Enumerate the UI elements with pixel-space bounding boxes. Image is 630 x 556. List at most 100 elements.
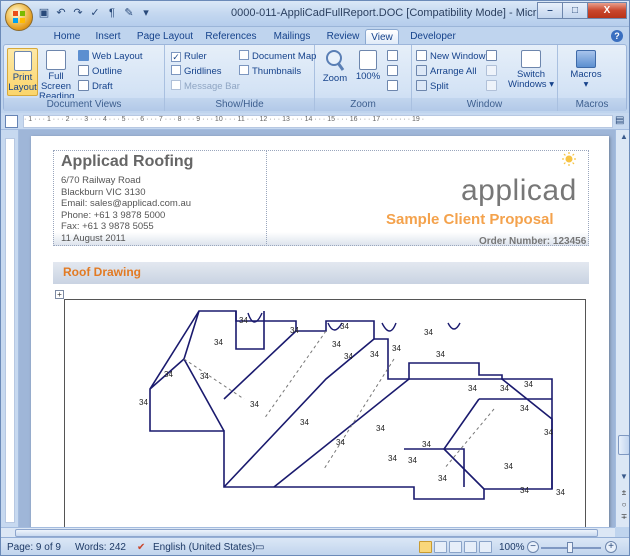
arrange-all-label: Arrange All [430,66,477,77]
outline-label: Outline [92,66,123,77]
tab-mailings[interactable]: Mailings [267,29,317,45]
two-pages-button[interactable] [387,65,401,78]
side-by-side-icon [486,50,497,61]
draft-view-icon[interactable] [479,541,492,553]
document-map-label: Document Map [252,51,317,62]
switch-windows-button[interactable]: Switch Windows ▾ [508,48,554,96]
gridlines-checkbox[interactable]: Gridlines [171,65,222,78]
full-screen-view-icon[interactable] [434,541,447,553]
tab-developer[interactable]: Developer [405,29,461,45]
scroll-down-arrow-icon[interactable]: ▼ [617,470,629,484]
macro-recording-icon[interactable]: ▭ [255,542,264,553]
two-pages-icon [387,65,398,76]
horizontal-scroll-thumb[interactable] [15,529,598,537]
sync-scroll-icon [486,65,497,76]
arrange-all-icon [416,65,427,76]
print-layout-button[interactable]: Print Layout [7,48,38,96]
switch-windows-label: Switch Windows ▾ [508,69,554,90]
ruler-ticks: · 1 · · · 1 · · · 2 · · · 3 · · · 4 · · … [24,116,425,123]
split-button[interactable]: Split [416,80,448,93]
document-page[interactable]: Applicad Roofing 6/70 Railway Road Black… [31,136,609,527]
address-line: Blackburn VIC 3130 [61,186,146,198]
group-document-views: Print Layout Full Screen Reading Web Lay… [4,45,165,111]
pitch-label: 34 [436,350,445,359]
outline-button[interactable]: Outline [78,65,122,78]
print-layout-view-icon[interactable] [419,541,432,553]
section-title: Roof Drawing [63,265,141,279]
word-count[interactable]: Words: 242 [75,542,126,553]
view-ruler-icon[interactable]: ▤ [615,115,627,128]
pitch-label: 34 [520,404,529,413]
reset-position-icon [486,80,497,91]
draft-label: Draft [92,81,113,92]
zoom-button[interactable]: Zoom [320,48,350,96]
tab-view[interactable]: View [365,29,399,45]
new-window-button[interactable]: New Window [416,50,485,63]
vertical-ruler[interactable] [1,130,19,527]
roof-ridge [223,338,375,488]
page-width-button[interactable] [387,80,401,93]
web-layout-button[interactable]: Web Layout [78,50,143,63]
tab-insert[interactable]: Insert [89,29,127,45]
page-indicator[interactable]: Page: 9 of 9 [7,542,61,553]
one-page-button[interactable] [387,50,401,63]
document-map-checkbox[interactable]: Document Map [239,50,316,63]
roof-ridge [273,378,410,488]
scroll-up-arrow-icon[interactable]: ▲ [617,130,629,144]
thumbnails-checkbox[interactable]: Thumbnails [239,65,301,78]
pitch-label: 34 [370,350,379,359]
ruler-checkbox[interactable]: ✓ Ruler [171,50,207,63]
draft-button[interactable]: Draft [78,80,113,93]
tab-selector-icon[interactable] [5,115,18,128]
thumbnails-label: Thumbnails [252,66,302,77]
pitch-label: 34 [438,474,447,483]
horizontal-ruler[interactable]: · 1 · · · 1 · · · 2 · · · 3 · · · 4 · · … [23,115,613,128]
pitch-label: 34 [344,352,353,361]
office-button[interactable] [5,3,33,31]
vertical-scrollbar[interactable]: ▲ ▼ ± ○ ∓ [615,130,629,527]
pitch-label: 34 [422,440,431,449]
vertical-scroll-thumb[interactable] [618,435,629,455]
vertical-ruler-track [5,138,15,523]
pitch-label: 34 [524,380,533,389]
roof-drawing[interactable]: 34 34 34 34 34 34 34 34 34 34 34 34 34 3… [64,299,586,527]
gridlines-label: Gridlines [184,66,222,77]
office-logo-icon [13,11,25,23]
pitch-label: 34 [556,488,565,497]
help-icon[interactable]: ? [611,30,623,42]
pitch-label: 34 [424,328,433,337]
tab-references[interactable]: References [201,29,261,45]
view-side-by-side-button[interactable] [486,50,500,63]
language-indicator[interactable]: English (United States) [153,542,255,553]
tab-review[interactable]: Review [323,29,363,45]
full-screen-reading-button[interactable]: Full Screen Reading [39,48,74,102]
horizontal-scrollbar[interactable] [1,527,615,537]
ribbon: Print Layout Full Screen Reading Web Lay… [3,44,627,111]
tab-page-layout[interactable]: Page Layout [135,29,195,45]
web-layout-view-icon[interactable] [449,541,462,553]
zoom-100-button[interactable]: 100% [353,48,383,96]
ruler-check-mark: ✓ [171,52,181,62]
macros-button[interactable]: Macros ▾ [566,48,606,96]
next-page-icon[interactable]: ∓ [619,512,629,521]
zoom-out-icon[interactable]: − [527,541,539,553]
new-window-label: New Window [430,51,486,62]
select-browse-object-icon[interactable]: ○ [619,500,629,509]
pitch-label: 34 [544,428,553,437]
zoom-slider-knob[interactable] [567,542,573,553]
pitch-label: 34 [300,418,309,427]
table-move-handle[interactable]: + [55,290,64,299]
proofing-icon[interactable]: ✔ [137,542,145,553]
applicad-logo: applicad [461,174,577,207]
pitch-label: 34 [376,424,385,433]
arrange-all-button[interactable]: Arrange All [416,65,476,78]
pitch-label: 34 [139,398,148,407]
roof-ridge [409,378,553,489]
zoom-level[interactable]: 100% [499,542,525,553]
zoom-in-icon[interactable]: + [605,541,617,553]
message-bar-checkbox: Message Bar [171,80,240,93]
outline-view-icon[interactable] [464,541,477,553]
previous-page-icon[interactable]: ± [619,488,629,497]
tab-home[interactable]: Home [49,29,85,45]
print-layout-label: Print Layout [8,72,37,93]
